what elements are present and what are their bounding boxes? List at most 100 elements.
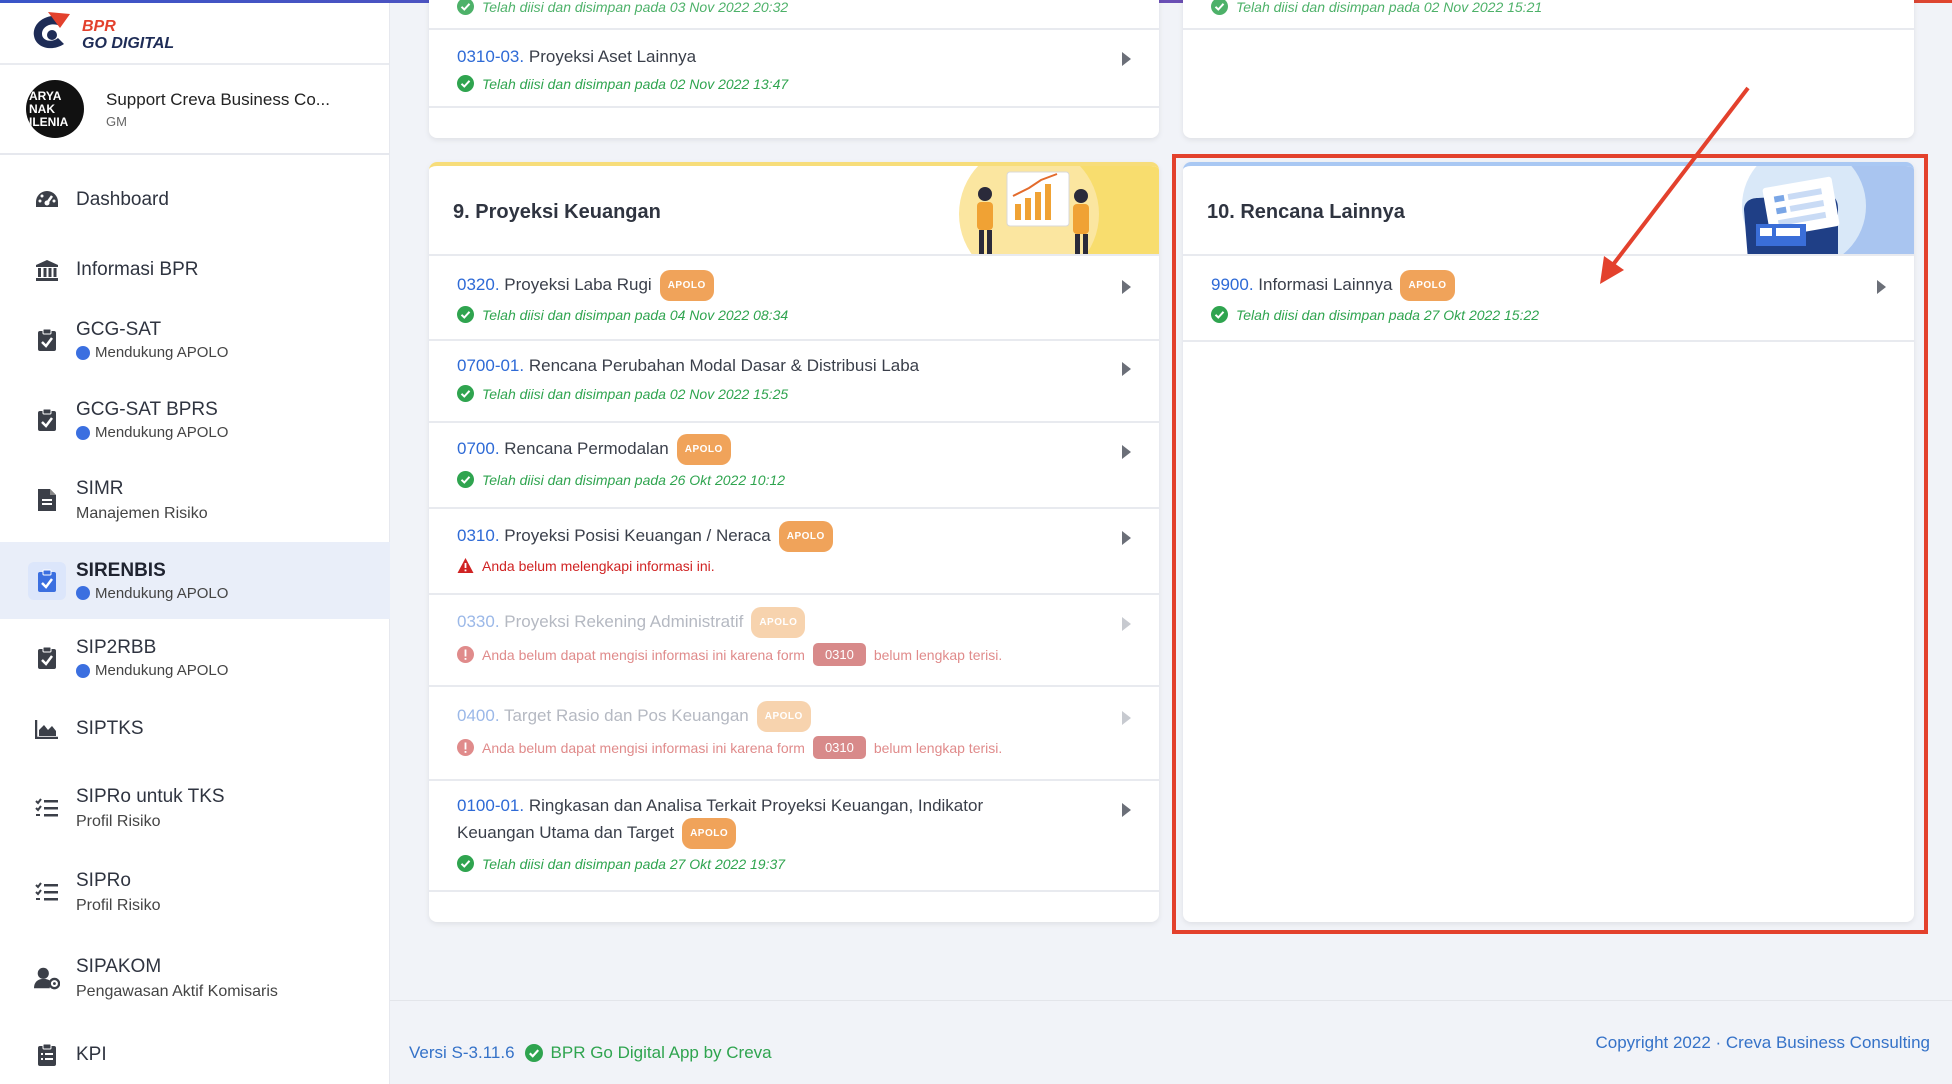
gauge-icon [34,187,60,213]
sidebar-item-sipro-tks[interactable]: SIPRo untuk TKS Profil Risiko [0,772,390,844]
list-item[interactable]: 0310. Proyeksi Posisi Keuangan / Neraca A… [429,509,1159,595]
checklist-icon [34,879,60,905]
sidebar-item-label: SIMR [76,477,124,499]
form-code: 0310-03. [457,47,525,66]
status-saved: Telah diisi dan disimpan pada 02 Nov 202… [457,385,788,402]
apolo-badge: APOLO [756,701,811,732]
form-title: Rencana Permodalan [504,438,669,458]
status-saved: Telah diisi dan disimpan pada 02 Nov 202… [457,75,788,92]
form-reference-badge: 0310 [812,736,866,759]
apolo-badge: APOLO [751,607,806,638]
status-text: belum lengkap terisi. [873,739,1003,756]
sidebar-item-label: GCG-SAT [76,319,162,340]
warning-triangle-icon [457,558,474,573]
avatar-text-line: ARYA [29,88,62,103]
form-title: Proyeksi Posisi Keuangan / Neraca [504,525,771,545]
app-credit: BPR Go Digital App by Creva [550,1043,772,1062]
copyright: Copyright 2022 · Creva Business Consulti… [1595,1033,1930,1052]
sidebar-item-sipro[interactable]: SIPRo Profil Risiko [0,856,390,928]
form-title: Proyeksi Aset Lainnya [528,47,697,66]
sidebar-item-dashboard[interactable]: Dashboard [0,178,390,222]
apolo-badge: APOLO [676,434,731,465]
status-text: Anda belum dapat mengisi informasi ini k… [482,646,805,663]
status-text: Telah diisi dan disimpan pada 02 Nov 202… [482,385,789,402]
caret-right-icon [1122,711,1131,725]
user-profile[interactable]: ARYA NAK ILENIA Support Creva Business C… [0,65,389,155]
form-title: Keuangan Utama dan Target [457,822,675,842]
checklist-icon [34,795,60,821]
apolo-badge: APOLO [778,521,833,552]
brand-line2: GO DIGITAL [82,35,174,52]
status-text: Anda belum dapat mengisi informasi ini k… [482,739,805,756]
sidebar-item-sub: Pengawasan Aktif Komisaris [76,982,278,1000]
avatar-text-line: ILENIA [29,114,69,129]
status-text: Telah diisi dan disimpan pada 26 Okt 202… [482,471,786,488]
form-code: 0100-01. [457,796,525,815]
check-circle-icon [457,306,474,323]
check-circle-icon [524,1044,543,1062]
sidebar-item-sub: Profil Risiko [76,896,161,914]
caret-right-icon [1122,362,1131,376]
sidebar-item-label: SIPRo [76,869,131,891]
status-saved: Telah diisi dan disimpan pada 27 Okt 202… [457,855,785,872]
sidebar: BPR GO DIGITAL ARYA NAK ILENIA Support C… [0,3,390,1084]
sidebar-item-sirenbis[interactable]: SIRENBIS Mendukung APOLO [0,542,390,619]
brand-logo[interactable]: BPR GO DIGITAL [0,3,389,65]
form-code: 0400. [457,705,500,725]
sidebar-item-sip2rbb[interactable]: SIP2RBB Mendukung APOLO [0,622,390,694]
card-title: 9. Proyeksi Keuangan [453,201,661,223]
status-saved: Telah diisi dan disimpan pada 26 Okt 202… [457,471,785,488]
sidebar-item-label: SIPRo untuk TKS [76,785,225,807]
status-text: Telah diisi dan disimpan pada 02 Nov 202… [1236,0,1543,15]
status-locked: Anda belum dapat mengisi informasi ini k… [457,643,1002,666]
sidebar-item-siptks[interactable]: SIPTKS [0,707,390,751]
user-name: Support Creva Business Co... [106,89,330,109]
list-item: 0330. Proyeksi Rekening Administratif APO… [429,595,1159,687]
status-text: Telah diisi dan disimpan pada 27 Okt 202… [482,855,786,872]
card-previous-section-right: Telah diisi dan disimpan pada 02 Nov 202… [1183,0,1914,138]
sidebar-item-label: SIRENBIS [76,559,166,581]
sidebar-item-kpi[interactable]: KPI [0,1033,390,1077]
sidebar-item-gcg-sat-bprs[interactable]: GCG-SAT BPRS Mendukung APOLO [0,384,390,456]
status-locked: Anda belum dapat mengisi informasi ini k… [457,736,1002,759]
card-proyeksi-keuangan: 9. Proyeksi Keuangan 0320. Proyeksi Laba… [429,162,1159,922]
list-item[interactable]: 0700. Rencana Permodalan APOLO Telah diis… [429,423,1159,509]
status-text: Telah diisi dan disimpan pada 04 Nov 202… [482,306,789,323]
apolo-badge: APOLO [659,270,714,301]
form-code: 0700-01. [457,356,525,375]
sidebar-item-label: Dashboard [76,189,169,210]
card-header: 9. Proyeksi Keuangan [429,162,1159,256]
clipboard-check-icon [34,327,60,353]
avatar-text-line: NAK [29,101,55,116]
list-item[interactable]: 0310-03. Proyeksi Aset Lainnya Telah dii… [429,28,1159,108]
user-gear-icon [34,965,60,991]
list-item[interactable]: 0100-01. Ringkasan dan Analisa Terkait P… [429,781,1159,892]
document-icon [34,487,60,513]
sidebar-item-sub: Mendukung APOLO [95,584,229,602]
apolo-badge: APOLO [682,818,737,849]
form-code: 0320. [457,274,500,294]
sidebar-item-sub: Manajemen Risiko [76,504,208,522]
form-title: Rencana Perubahan Modal Dasar & Distribu… [528,356,920,375]
sidebar-item-label: Informasi BPR [76,259,199,280]
check-circle-icon [457,75,474,92]
avatar: ARYA NAK ILENIA [26,80,84,138]
sidebar-item-simr[interactable]: SIMR Manajemen Risiko [0,464,390,536]
caret-right-icon [1122,445,1131,459]
footer: Versi S-3.11.6 BPR Go Digital App by Cre… [390,1000,1952,1084]
card-previous-section: Telah diisi dan disimpan pada 03 Nov 202… [429,0,1159,138]
sidebar-item-gcg-sat[interactable]: GCG-SAT Mendukung APOLO [0,304,390,376]
sidebar-item-informasi-bpr[interactable]: Informasi BPR [0,248,390,292]
check-circle-icon [457,0,474,15]
list-item[interactable]: 0320. Proyeksi Laba Rugi APOLO Telah diis… [429,256,1159,341]
brand-logo-mark: BPR GO DIGITAL [33,12,174,52]
caret-right-icon [1122,52,1131,66]
caret-right-icon [1122,803,1131,817]
sidebar-item-label: KPI [76,1044,107,1065]
status-saved: Telah diisi dan disimpan pada 03 Nov 202… [457,0,788,15]
sidebar-item-sub: Profil Risiko [76,812,161,830]
list-item[interactable]: 0700-01. Rencana Perubahan Modal Dasar &… [429,341,1159,423]
sidebar-item-sipakom[interactable]: SIPAKOM Pengawasan Aktif Komisaris [0,942,390,1014]
exclamation-circle-icon [457,739,474,756]
form-code: 0700. [457,438,500,458]
